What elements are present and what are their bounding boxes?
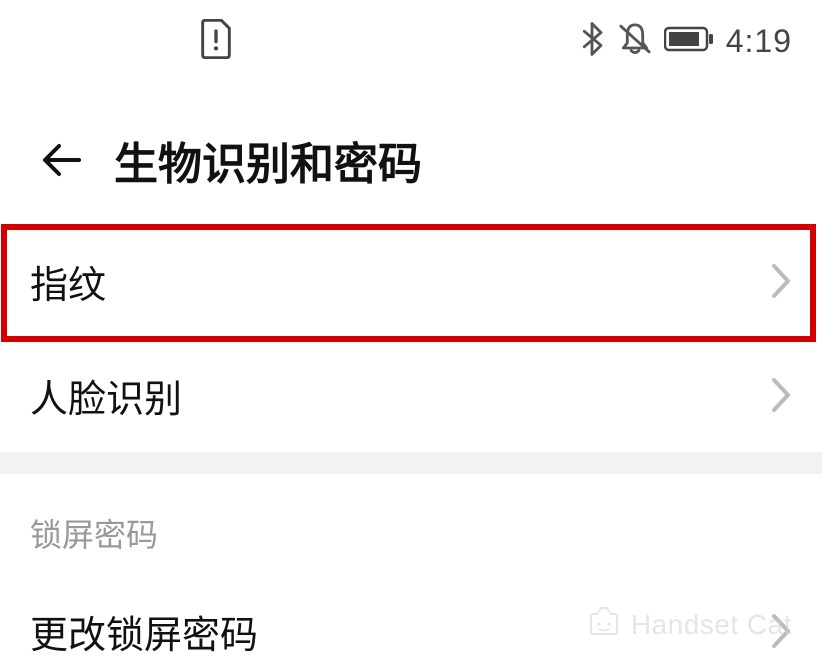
settings-list: 指纹 人脸识别 锁屏密码 更改锁屏密码	[0, 224, 822, 662]
sim-warning-icon	[200, 19, 232, 64]
watermark-icon	[587, 606, 621, 644]
list-item-label: 人脸识别	[30, 368, 182, 423]
back-button[interactable]	[36, 135, 86, 185]
chevron-right-icon	[770, 262, 792, 300]
watermark: Handset Cat	[587, 606, 792, 644]
bluetooth-icon	[578, 21, 606, 62]
status-right-group: 4:19	[578, 21, 792, 62]
watermark-text: Handset Cat	[631, 609, 792, 641]
status-bar: 4:19	[0, 0, 822, 92]
battery-icon	[664, 25, 714, 58]
clock: 4:19	[726, 23, 792, 60]
page-header: 生物识别和密码	[0, 120, 822, 200]
list-item-label: 指纹	[30, 254, 106, 309]
list-item-face[interactable]: 人脸识别	[0, 338, 822, 452]
section-header: 锁屏密码	[0, 474, 822, 574]
dnd-bell-icon	[618, 21, 652, 62]
list-item-label: 更改锁屏密码	[30, 604, 258, 659]
list-item-fingerprint[interactable]: 指纹	[0, 224, 822, 338]
chevron-right-icon	[770, 376, 792, 414]
page-title: 生物识别和密码	[114, 128, 422, 192]
status-left-group	[200, 19, 232, 64]
section-divider	[0, 452, 822, 474]
